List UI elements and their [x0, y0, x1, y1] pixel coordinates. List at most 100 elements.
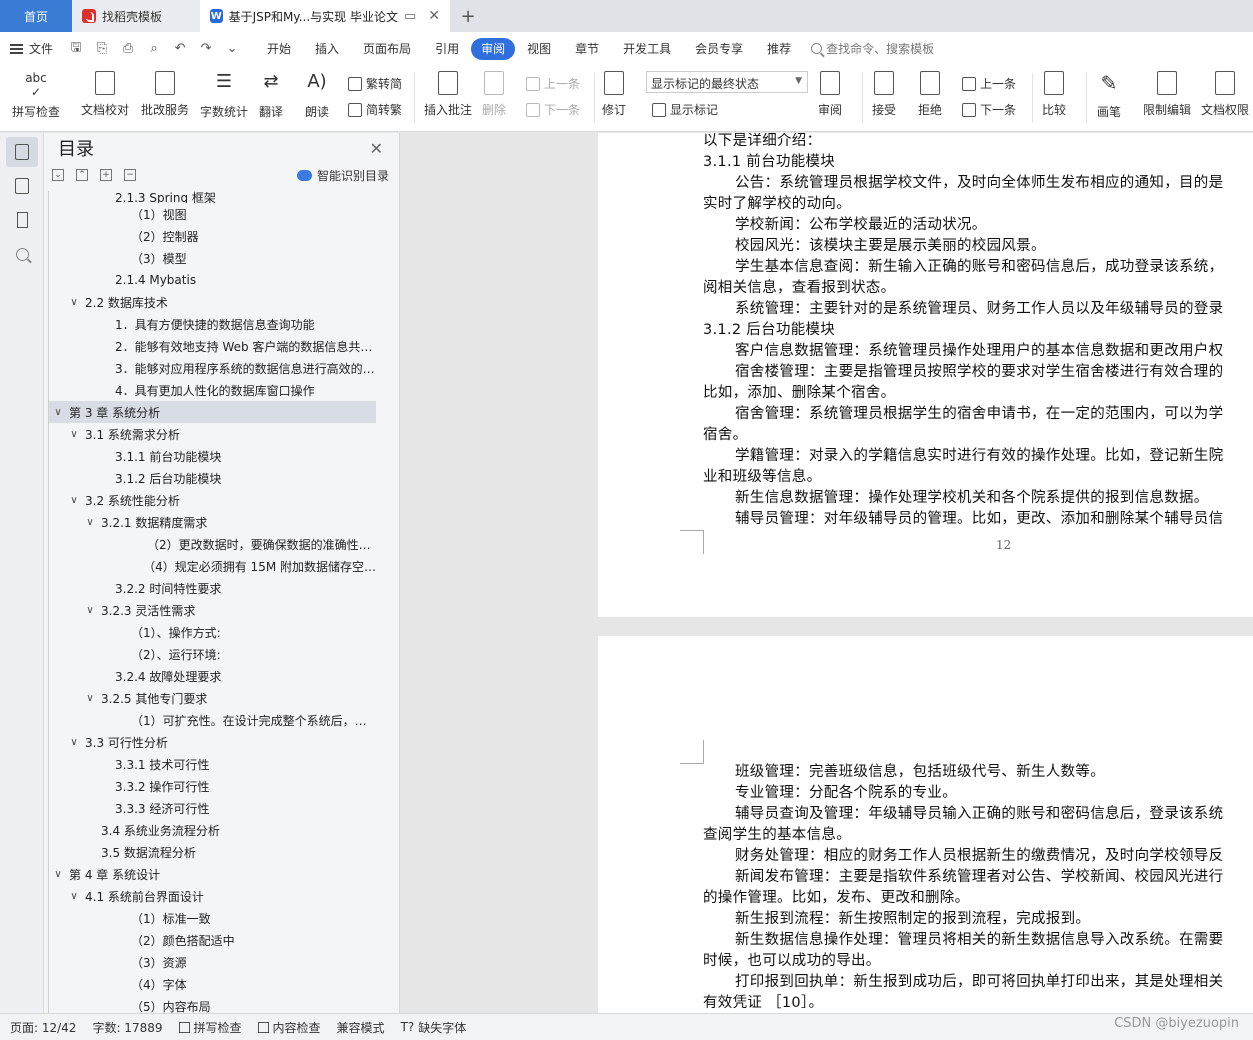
file-menu[interactable]: 文件: [10, 40, 53, 57]
toc-item[interactable]: ∨ 4.1 系统前台界面设计: [49, 885, 376, 907]
menu-section[interactable]: 章节: [563, 38, 611, 60]
expand-caret-icon[interactable]: ∨: [69, 429, 79, 440]
proofread-button[interactable]: 文档校对: [81, 71, 129, 118]
redo-icon[interactable]: ↷: [197, 41, 215, 56]
toc-item[interactable]: 4．具有更加人性化的数据库窗口操作: [49, 379, 376, 401]
undo-icon[interactable]: ↶: [171, 41, 189, 56]
toc-item[interactable]: ∨ 第 3 章 系统分析: [49, 401, 376, 423]
close-icon[interactable]: ✕: [370, 139, 383, 158]
toc-item[interactable]: （5）内容布局: [49, 995, 376, 1014]
toc-item[interactable]: （2）控制器: [49, 225, 376, 247]
show-markup-button[interactable]: 显示标记: [652, 101, 718, 118]
expand-caret-icon[interactable]: ∨: [69, 297, 79, 308]
toc-item[interactable]: ∨ 3.1 系统需求分析: [49, 423, 376, 445]
revise-button[interactable]: 修订: [602, 71, 626, 118]
toc-item[interactable]: （1）、操作方式:: [49, 621, 376, 643]
next-change-button[interactable]: 下一条: [962, 101, 1016, 118]
toc-item[interactable]: （4）字体: [49, 973, 376, 995]
toc-item[interactable]: ∨ 第 4 章 系统设计: [49, 863, 376, 885]
toc-item[interactable]: （1）标准一致: [49, 907, 376, 929]
menu-layout[interactable]: 页面布局: [351, 38, 423, 60]
window-icon[interactable]: ▭: [404, 9, 416, 24]
export-icon[interactable]: ⎘: [93, 41, 111, 56]
toc-item[interactable]: ∨ 3.2.3 灵活性需求: [49, 599, 376, 621]
collapse-up-icon[interactable]: ⌃: [76, 169, 88, 181]
toc-item[interactable]: 3.3.1 技术可行性: [49, 753, 376, 775]
expand-caret-icon[interactable]: ∨: [53, 869, 63, 880]
missing-font[interactable]: T? 缺失字体: [401, 1019, 467, 1036]
toc-item[interactable]: ∨ 3.3 可行性分析: [49, 731, 376, 753]
word-count[interactable]: 字数: 17889: [92, 1019, 162, 1036]
toc-item[interactable]: 3.5 数据流程分析: [49, 841, 376, 863]
accept-button[interactable]: 接受: [872, 71, 896, 118]
expand-caret-icon[interactable]: ∨: [69, 891, 79, 902]
menu-insert[interactable]: 插入: [303, 38, 351, 60]
toc-item[interactable]: 2.1.4 Mybatis: [49, 269, 376, 291]
save-icon[interactable]: 🖫: [67, 38, 85, 60]
collapse-icon[interactable]: −: [124, 169, 136, 181]
toc-item[interactable]: 3.1.1 前台功能模块: [49, 445, 376, 467]
document-page[interactable]: 班级管理：完善班级信息，包括班级代号、新生人数等。 专业管理：分配各个院系的专业。…: [598, 636, 1253, 1013]
spellcheck-button[interactable]: abc ✓ 拼写检查: [12, 71, 60, 120]
compare-button[interactable]: 比较: [1042, 71, 1066, 118]
toc-item[interactable]: （2）更改数据时，要确保数据的准确性…: [49, 533, 376, 555]
expand-caret-icon[interactable]: ∨: [85, 517, 95, 528]
expand-caret-icon[interactable]: ∨: [85, 693, 95, 704]
expand-caret-icon[interactable]: ∨: [69, 495, 79, 506]
command-search[interactable]: 查找命令、搜索模板: [811, 40, 934, 57]
find-panel-button[interactable]: [6, 239, 38, 269]
close-tab-icon[interactable]: ✕: [428, 8, 440, 24]
collapse-down-icon[interactable]: ⌄: [52, 169, 64, 181]
reject-button[interactable]: 拒绝: [918, 71, 942, 118]
delete-comment-button[interactable]: 删除: [482, 71, 506, 118]
prev-change-button[interactable]: 上一条: [962, 75, 1016, 92]
bookmark-panel-button[interactable]: [6, 205, 38, 235]
menu-start[interactable]: 开始: [255, 38, 303, 60]
spellcheck-status[interactable]: 拼写检查: [178, 1019, 242, 1036]
menu-member[interactable]: 会员专享: [683, 38, 755, 60]
batch-service-button[interactable]: 批改服务: [141, 71, 189, 118]
toc-item[interactable]: ∨ 3.2.1 数据精度需求: [49, 511, 376, 533]
page-indicator[interactable]: 页面: 12/42: [10, 1019, 76, 1036]
to-simplified-button[interactable]: 简转繁: [348, 101, 402, 118]
smart-toc-button[interactable]: 智能识别目录: [296, 167, 389, 184]
new-tab-button[interactable]: +: [450, 0, 486, 32]
toc-item[interactable]: 3.3.2 操作可行性: [49, 775, 376, 797]
more-icon[interactable]: ⌄: [223, 41, 241, 56]
restrict-edit-button[interactable]: 限制编辑: [1143, 71, 1191, 118]
toc-item[interactable]: （2）、运行环境:: [49, 643, 376, 665]
toc-item[interactable]: 2.1.3 Spring 框架: [49, 191, 376, 203]
toc-item[interactable]: 3．能够对应用程序系统的数据信息进行高效的…: [49, 357, 376, 379]
print-icon[interactable]: ⎙: [119, 41, 137, 56]
toc-item[interactable]: （4）规定必须拥有 15M 附加数据储存空…: [49, 555, 376, 577]
menu-references[interactable]: 引用: [423, 38, 471, 60]
tab-document[interactable]: W 基于JSP和My...与实现 毕业论文 ▭ ✕: [200, 0, 450, 32]
toc-item[interactable]: （3）模型: [49, 247, 376, 269]
translate-button[interactable]: ⇄ 翻译: [258, 71, 284, 120]
toc-item[interactable]: 3.3.3 经济可行性: [49, 797, 376, 819]
doc-permission-button[interactable]: 文档权限: [1201, 71, 1249, 118]
toc-item[interactable]: 1．具有方便快捷的数据信息查询功能: [49, 313, 376, 335]
toc-item[interactable]: 3.2.4 故障处理要求: [49, 665, 376, 687]
tab-template[interactable]: 找稻壳模板: [72, 0, 200, 32]
document-page[interactable]: 12 以下是详细介绍： 3.1.1 前台功能模块 公告：系统管理员根据学校文件，及时…: [598, 133, 1253, 617]
tab-home[interactable]: 首页: [0, 0, 72, 32]
insert-comment-button[interactable]: 插入批注: [424, 71, 472, 118]
review-pane-button[interactable]: 审阅: [818, 71, 842, 118]
expand-caret-icon[interactable]: ∨: [53, 407, 63, 418]
next-comment-button[interactable]: 下一条: [526, 101, 580, 118]
toc-item[interactable]: 2．能够有效地支持 Web 客户端的数据信息共…: [49, 335, 376, 357]
menu-devtools[interactable]: 开发工具: [611, 38, 683, 60]
to-traditional-button[interactable]: 繁转简: [348, 75, 402, 92]
toc-item[interactable]: ∨ 3.2 系统性能分析: [49, 489, 376, 511]
expand-icon[interactable]: +: [100, 169, 112, 181]
toc-item[interactable]: 3.4 系统业务流程分析: [49, 819, 376, 841]
pen-button[interactable]: ✎ 画笔: [1096, 71, 1122, 120]
toc-panel-button[interactable]: [6, 137, 38, 167]
toc-item[interactable]: （3）资源: [49, 951, 376, 973]
content-check-status[interactable]: 内容检查: [257, 1019, 321, 1036]
prev-comment-button[interactable]: 上一条: [526, 75, 580, 92]
expand-caret-icon[interactable]: ∨: [69, 737, 79, 748]
wordcount-button[interactable]: ☰ 字数统计: [200, 71, 248, 120]
toc-item[interactable]: ∨ 2.2 数据库技术: [49, 291, 376, 313]
